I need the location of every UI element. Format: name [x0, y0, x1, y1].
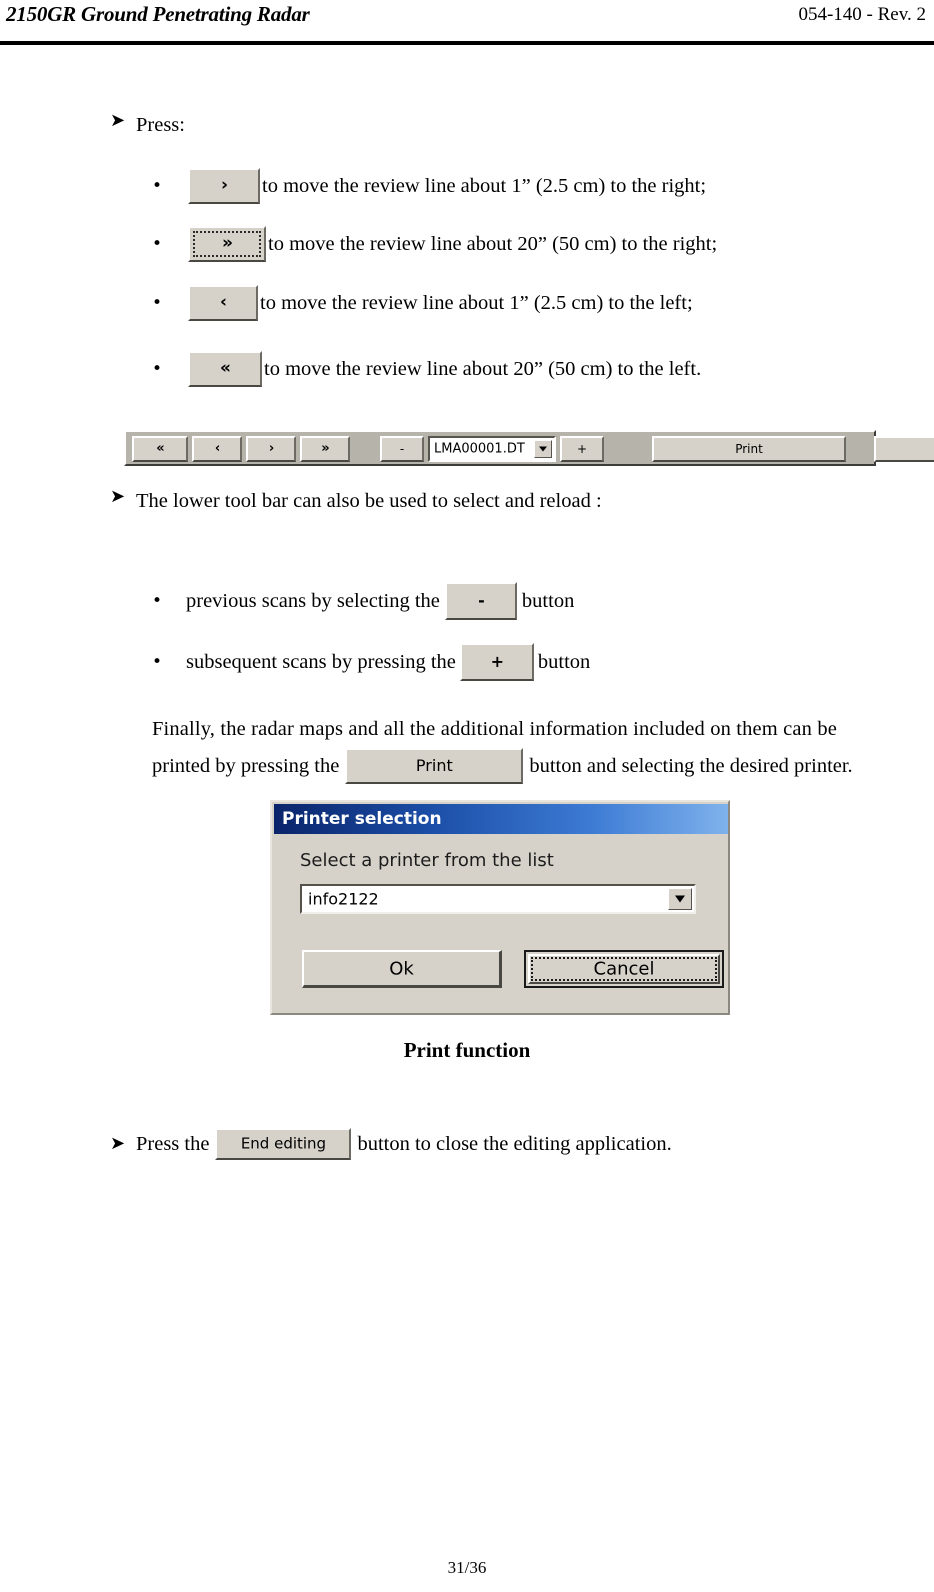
page-footer: 31/36	[447, 1558, 487, 1577]
press-heading-item: ➤ Press:	[110, 112, 870, 138]
dialog-instruction-label: Select a printer from the list	[300, 850, 554, 871]
toolbar-minus-button[interactable]: -	[380, 436, 424, 462]
toolbar-file-combo[interactable]: LMA00001.DT	[428, 436, 556, 462]
end-editing-text-after: button to close the editing application.	[357, 1132, 672, 1155]
arrow-bullet-icon: ➤	[110, 110, 126, 131]
toolbar-heading-item: ➤ The lower tool bar can also be used to…	[110, 488, 890, 514]
toolbar-item-previous-scan: • previous scans by selecting the - butt…	[152, 582, 574, 620]
dialog-title-text: Printer selection	[282, 809, 442, 829]
chevron-double-right-icon: »	[222, 233, 233, 254]
arrow-bullet-icon: ➤	[110, 1133, 126, 1154]
arrow-bullet-icon: ➤	[110, 486, 126, 507]
minus-icon: -	[478, 590, 485, 610]
step-left-button[interactable]: ‹	[188, 285, 258, 321]
toolbar-file-combo-value: LMA00001.DT	[434, 441, 525, 457]
dot-bullet-icon: •	[152, 358, 163, 379]
end-editing-text-before: Press the	[136, 1132, 210, 1155]
print-button-label: Print	[415, 755, 453, 775]
dot-bullet-icon: •	[152, 292, 163, 313]
toolbar-plus-button[interactable]: +	[560, 436, 604, 462]
toolbar-heading-text: The lower tool bar can also be used to s…	[136, 490, 602, 512]
jump-right-button[interactable]: »	[188, 226, 266, 262]
press-item-0-text: to move the review line about 1” (2.5 cm…	[262, 174, 707, 197]
dialog-ok-button[interactable]: Ok	[302, 950, 502, 988]
chevron-double-left-icon: «	[220, 358, 231, 379]
print-button[interactable]: Print	[345, 748, 524, 784]
jump-left-button[interactable]: «	[188, 351, 262, 387]
lower-toolbar: « ‹ › » - LMA00001.DT + Print End editin…	[124, 430, 934, 466]
dialog-ok-label: Ok	[389, 958, 414, 979]
document-reference: 054-140 - Rev. 2	[798, 4, 926, 25]
subsequent-scan-text-after: button	[537, 650, 591, 673]
end-editing-item: ➤ Press the End editing button to close …	[110, 1128, 672, 1160]
print-paragraph-text-before: printed by pressing the	[152, 754, 340, 777]
toolbar-step-right-button[interactable]: ›	[246, 436, 296, 462]
dot-bullet-icon: •	[152, 175, 163, 196]
figure-caption: Print function	[403, 1038, 531, 1062]
chevron-down-icon[interactable]	[534, 440, 552, 458]
press-item-step-left: • ‹ to move the review line about 1” (2.…	[152, 285, 693, 321]
printer-select-combo[interactable]: info2122	[300, 884, 696, 914]
toolbar-jump-right-button[interactable]: »	[300, 436, 350, 462]
print-paragraph-text-after: button and selecting the desired printer…	[529, 754, 853, 777]
end-editing-button-label: End editing	[240, 1134, 327, 1153]
dialog-title-bar: Printer selection	[274, 804, 728, 834]
dialog-cancel-label: Cancel	[593, 958, 655, 980]
press-item-jump-right: • » to move the review line about 20” (5…	[152, 226, 717, 262]
printer-select-value: info2122	[308, 889, 379, 909]
toolbar-jump-left-button[interactable]: «	[132, 436, 188, 462]
previous-scan-button[interactable]: -	[444, 582, 517, 620]
plus-icon: +	[490, 651, 504, 671]
dialog-cancel-button[interactable]: Cancel	[524, 950, 724, 988]
print-paragraph-line1: Finally, the radar maps and all the addi…	[152, 718, 837, 740]
press-item-3-text: to move the review line about 20” (50 cm…	[264, 357, 702, 380]
dot-bullet-icon: •	[152, 590, 163, 611]
chevron-right-icon: ›	[220, 175, 228, 196]
header-divider	[0, 41, 934, 45]
chevron-left-icon: ‹	[219, 292, 227, 313]
step-right-button[interactable]: ›	[188, 168, 260, 204]
document-title: 2150GR Ground Penetrating Radar	[6, 2, 310, 26]
end-editing-button[interactable]: End editing	[215, 1128, 352, 1160]
previous-scan-text-after: button	[521, 589, 575, 612]
print-paragraph-line2: printed by pressing the Print button and…	[152, 748, 853, 784]
previous-scan-text-before: previous scans by selecting the	[186, 589, 440, 612]
dot-bullet-icon: •	[152, 651, 163, 672]
print-paragraph: Finally, the radar maps and all the addi…	[152, 718, 922, 741]
toolbar-step-left-button[interactable]: ‹	[192, 436, 242, 462]
press-heading-text: Press:	[136, 114, 185, 136]
dot-bullet-icon: •	[152, 233, 163, 254]
subsequent-scan-text-before: subsequent scans by pressing the	[186, 650, 456, 673]
chevron-down-icon[interactable]	[668, 888, 692, 910]
press-item-1-text: to move the review line about 20” (50 cm…	[268, 232, 718, 255]
printer-selection-dialog: Printer selection Select a printer from …	[270, 800, 730, 1015]
press-item-jump-left: • « to move the review line about 20” (5…	[152, 351, 701, 387]
page-header: 2150GR Ground Penetrating Radar 054-140 …	[0, 0, 934, 46]
toolbar-item-subsequent-scan: • subsequent scans by pressing the + but…	[152, 643, 590, 681]
toolbar-end-editing-button[interactable]: End editing	[874, 436, 934, 462]
next-scan-button[interactable]: +	[459, 643, 534, 681]
press-item-step-right: • › to move the review line about 1” (2.…	[152, 168, 706, 204]
toolbar-print-button[interactable]: Print	[652, 436, 846, 462]
press-item-2-text: to move the review line about 1” (2.5 cm…	[260, 291, 693, 314]
